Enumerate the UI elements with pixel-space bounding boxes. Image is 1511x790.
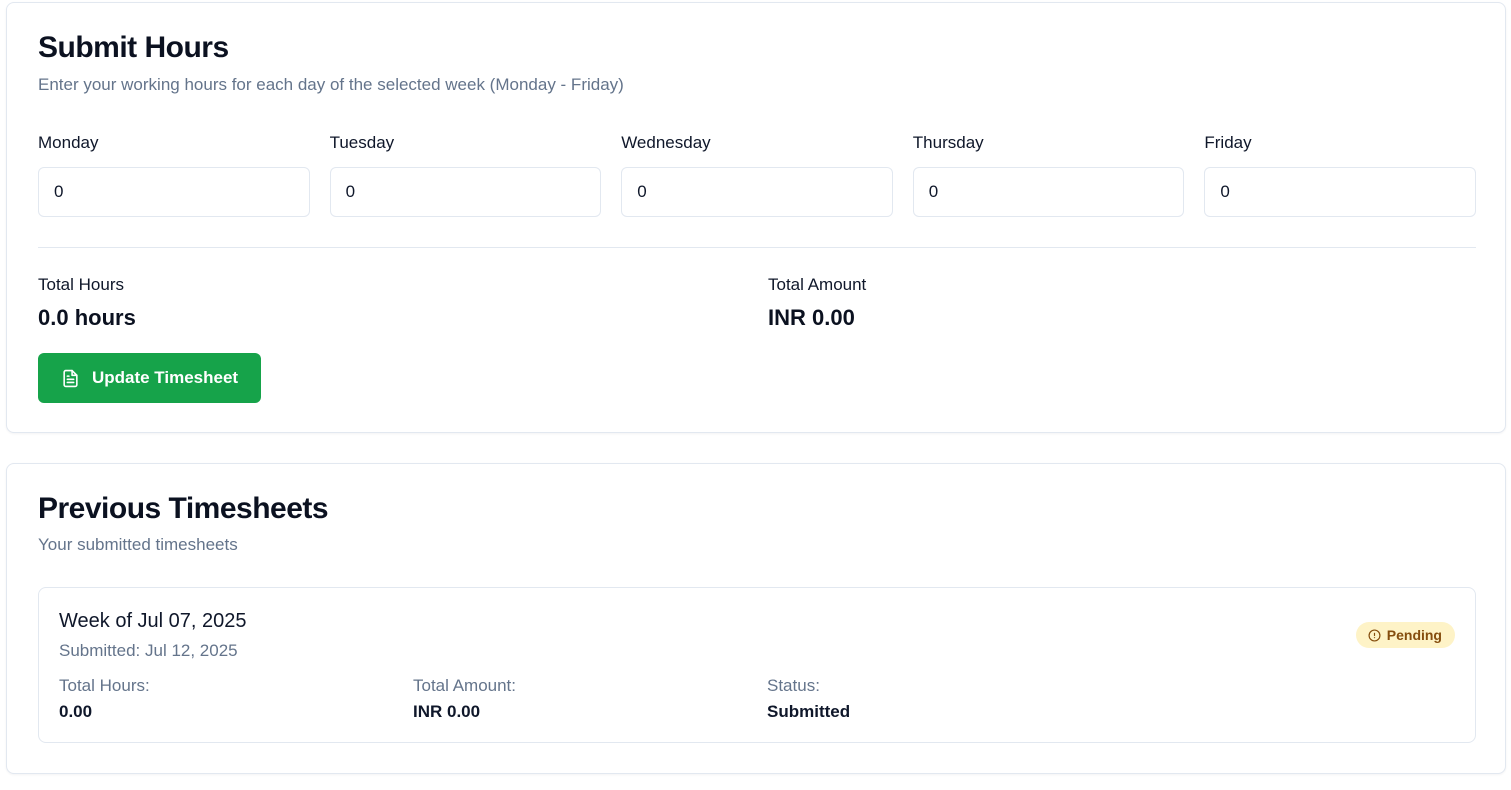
timesheet-list-item[interactable]: Week of Jul 07, 2025 Submitted: Jul 12, … bbox=[38, 587, 1476, 743]
total-amount-value: INR 0.00 bbox=[768, 305, 855, 330]
monday-hours-input[interactable] bbox=[38, 167, 310, 217]
update-timesheet-button[interactable]: Update Timesheet bbox=[38, 353, 261, 403]
day-label-wednesday: Wednesday bbox=[621, 133, 711, 152]
section-subtitle: Your submitted timesheets bbox=[38, 535, 238, 554]
previous-timesheets-card: Previous Timesheets Your submitted times… bbox=[6, 463, 1506, 774]
day-monday: Monday bbox=[38, 131, 310, 217]
page-subtitle: Enter your working hours for each day of… bbox=[38, 75, 624, 94]
day-wednesday: Wednesday bbox=[621, 131, 893, 217]
timesheet-status-value: Submitted bbox=[767, 702, 851, 721]
timesheet-total-hours: Total Hours: 0.00 bbox=[59, 676, 150, 722]
divider bbox=[38, 247, 1476, 248]
timesheet-week: Week of Jul 07, 2025 bbox=[59, 610, 247, 632]
timesheet-total-amount: Total Amount: INR 0.00 bbox=[413, 676, 516, 722]
total-hours-stat: Total Hours 0.0 hours bbox=[38, 273, 136, 331]
file-text-icon bbox=[61, 369, 80, 388]
day-label-tuesday: Tuesday bbox=[329, 133, 395, 152]
status-badge: Pending bbox=[1355, 622, 1455, 648]
day-label-friday: Friday bbox=[1204, 133, 1252, 152]
wednesday-hours-input[interactable] bbox=[621, 167, 893, 217]
total-amount-label: Total Amount bbox=[768, 275, 867, 294]
timesheet-total-hours-label: Total Hours: bbox=[59, 676, 150, 695]
day-tuesday: Tuesday bbox=[329, 131, 602, 217]
timesheet-total-amount-label: Total Amount: bbox=[413, 676, 517, 695]
alert-circle-icon bbox=[1368, 628, 1381, 642]
day-label-thursday: Thursday bbox=[912, 133, 984, 152]
timesheet-status-label: Status: bbox=[767, 676, 820, 695]
timesheet-status: Status: Submitted bbox=[767, 676, 850, 722]
tuesday-hours-input[interactable] bbox=[329, 167, 602, 217]
day-friday: Friday bbox=[1204, 131, 1476, 217]
timesheet-total-amount-value: INR 0.00 bbox=[413, 702, 481, 721]
update-timesheet-label: Update Timesheet bbox=[91, 368, 239, 387]
friday-hours-input[interactable] bbox=[1204, 167, 1476, 217]
thursday-hours-input[interactable] bbox=[912, 167, 1185, 217]
day-label-monday: Monday bbox=[38, 133, 99, 152]
page-title: Submit Hours bbox=[38, 31, 229, 64]
total-hours-label: Total Hours bbox=[38, 275, 124, 294]
submit-hours-card: Submit Hours Enter your working hours fo… bbox=[6, 2, 1506, 433]
timesheet-total-hours-value: 0.00 bbox=[59, 702, 93, 721]
day-thursday: Thursday bbox=[912, 131, 1185, 217]
timesheet-submitted-date: Submitted: Jul 12, 2025 bbox=[59, 641, 238, 660]
status-badge-label: Pending bbox=[1386, 627, 1442, 643]
total-hours-value: 0.0 hours bbox=[38, 305, 136, 330]
total-amount-stat: Total Amount INR 0.00 bbox=[768, 273, 866, 331]
section-title: Previous Timesheets bbox=[38, 492, 329, 525]
day-hours-row: Monday Tuesday Wednesday Thursday Friday bbox=[38, 131, 1476, 217]
